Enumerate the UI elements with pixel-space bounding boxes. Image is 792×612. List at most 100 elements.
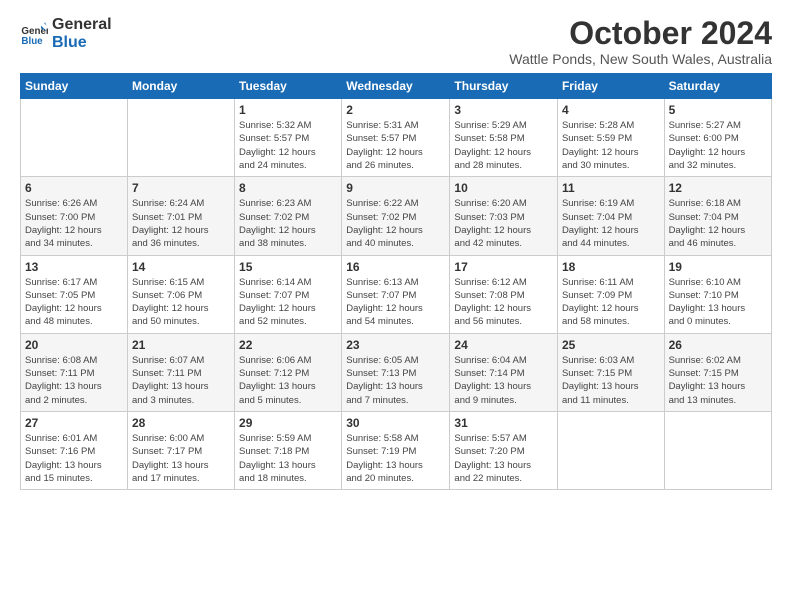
day-info: Sunrise: 5:29 AM Sunset: 5:58 PM Dayligh…: [454, 119, 553, 172]
day-info: Sunrise: 6:07 AM Sunset: 7:11 PM Dayligh…: [132, 354, 230, 407]
calendar-cell: 11 Sunrise: 6:19 AM Sunset: 7:04 PM Dayli…: [557, 177, 664, 255]
calendar-cell: 26 Sunrise: 6:02 AM Sunset: 7:15 PM Dayli…: [664, 333, 771, 411]
day-number: 26: [669, 338, 767, 352]
day-header-friday: Friday: [557, 74, 664, 99]
day-info: Sunrise: 5:57 AM Sunset: 7:20 PM Dayligh…: [454, 432, 553, 485]
calendar-cell: 28 Sunrise: 6:00 AM Sunset: 7:17 PM Dayli…: [127, 411, 234, 489]
day-number: 1: [239, 103, 337, 117]
day-number: 20: [25, 338, 123, 352]
day-info: Sunrise: 6:02 AM Sunset: 7:15 PM Dayligh…: [669, 354, 767, 407]
month-title: October 2024: [509, 16, 772, 51]
calendar-week-4: 20 Sunrise: 6:08 AM Sunset: 7:11 PM Dayli…: [21, 333, 772, 411]
calendar-cell: 31 Sunrise: 5:57 AM Sunset: 7:20 PM Dayli…: [450, 411, 558, 489]
day-info: Sunrise: 6:14 AM Sunset: 7:07 PM Dayligh…: [239, 276, 337, 329]
day-number: 18: [562, 260, 660, 274]
title-area: October 2024 Wattle Ponds, New South Wal…: [509, 16, 772, 67]
calendar-week-5: 27 Sunrise: 6:01 AM Sunset: 7:16 PM Dayli…: [21, 411, 772, 489]
header: General Blue General Blue October 2024 W…: [20, 16, 772, 67]
calendar-cell: 19 Sunrise: 6:10 AM Sunset: 7:10 PM Dayli…: [664, 255, 771, 333]
calendar-cell: 1 Sunrise: 5:32 AM Sunset: 5:57 PM Daylig…: [235, 99, 342, 177]
day-number: 30: [346, 416, 445, 430]
day-number: 15: [239, 260, 337, 274]
calendar-week-2: 6 Sunrise: 6:26 AM Sunset: 7:00 PM Daylig…: [21, 177, 772, 255]
day-number: 11: [562, 181, 660, 195]
calendar-cell: 14 Sunrise: 6:15 AM Sunset: 7:06 PM Dayli…: [127, 255, 234, 333]
day-info: Sunrise: 6:03 AM Sunset: 7:15 PM Dayligh…: [562, 354, 660, 407]
day-info: Sunrise: 6:13 AM Sunset: 7:07 PM Dayligh…: [346, 276, 445, 329]
day-number: 4: [562, 103, 660, 117]
calendar-cell: [664, 411, 771, 489]
day-header-tuesday: Tuesday: [235, 74, 342, 99]
day-info: Sunrise: 6:22 AM Sunset: 7:02 PM Dayligh…: [346, 197, 445, 250]
day-number: 14: [132, 260, 230, 274]
calendar-cell: 8 Sunrise: 6:23 AM Sunset: 7:02 PM Daylig…: [235, 177, 342, 255]
calendar-cell: 18 Sunrise: 6:11 AM Sunset: 7:09 PM Dayli…: [557, 255, 664, 333]
day-info: Sunrise: 6:08 AM Sunset: 7:11 PM Dayligh…: [25, 354, 123, 407]
logo: General Blue General Blue: [20, 16, 112, 51]
calendar-cell: 29 Sunrise: 5:59 AM Sunset: 7:18 PM Dayli…: [235, 411, 342, 489]
day-info: Sunrise: 5:32 AM Sunset: 5:57 PM Dayligh…: [239, 119, 337, 172]
calendar-header-row: SundayMondayTuesdayWednesdayThursdayFrid…: [21, 74, 772, 99]
day-info: Sunrise: 6:24 AM Sunset: 7:01 PM Dayligh…: [132, 197, 230, 250]
day-info: Sunrise: 6:17 AM Sunset: 7:05 PM Dayligh…: [25, 276, 123, 329]
day-number: 5: [669, 103, 767, 117]
day-info: Sunrise: 6:26 AM Sunset: 7:00 PM Dayligh…: [25, 197, 123, 250]
calendar-week-3: 13 Sunrise: 6:17 AM Sunset: 7:05 PM Dayli…: [21, 255, 772, 333]
calendar-cell: 9 Sunrise: 6:22 AM Sunset: 7:02 PM Daylig…: [342, 177, 450, 255]
day-header-saturday: Saturday: [664, 74, 771, 99]
day-info: Sunrise: 6:15 AM Sunset: 7:06 PM Dayligh…: [132, 276, 230, 329]
day-number: 31: [454, 416, 553, 430]
svg-text:Blue: Blue: [21, 35, 43, 46]
day-info: Sunrise: 6:12 AM Sunset: 7:08 PM Dayligh…: [454, 276, 553, 329]
day-header-sunday: Sunday: [21, 74, 128, 99]
calendar-table: SundayMondayTuesdayWednesdayThursdayFrid…: [20, 73, 772, 490]
calendar-cell: 22Sunrise: 6:06 AM Sunset: 7:12 PM Dayli…: [235, 333, 342, 411]
day-number: 9: [346, 181, 445, 195]
day-number: 2: [346, 103, 445, 117]
day-number: 17: [454, 260, 553, 274]
calendar-cell: [127, 99, 234, 177]
day-info: Sunrise: 6:23 AM Sunset: 7:02 PM Dayligh…: [239, 197, 337, 250]
location: Wattle Ponds, New South Wales, Australia: [509, 51, 772, 67]
day-number: 19: [669, 260, 767, 274]
day-number: 29: [239, 416, 337, 430]
day-number: 13: [25, 260, 123, 274]
calendar-cell: 27 Sunrise: 6:01 AM Sunset: 7:16 PM Dayli…: [21, 411, 128, 489]
calendar-cell: 6 Sunrise: 6:26 AM Sunset: 7:00 PM Daylig…: [21, 177, 128, 255]
calendar-cell: [557, 411, 664, 489]
logo-text-general: General: [52, 16, 112, 34]
calendar-cell: 12Sunrise: 6:18 AM Sunset: 7:04 PM Dayli…: [664, 177, 771, 255]
day-number: 25: [562, 338, 660, 352]
day-number: 28: [132, 416, 230, 430]
calendar-cell: 30Sunrise: 5:58 AM Sunset: 7:19 PM Dayli…: [342, 411, 450, 489]
day-header-wednesday: Wednesday: [342, 74, 450, 99]
calendar-cell: [21, 99, 128, 177]
calendar-cell: 4Sunrise: 5:28 AM Sunset: 5:59 PM Daylig…: [557, 99, 664, 177]
calendar-cell: 3Sunrise: 5:29 AM Sunset: 5:58 PM Daylig…: [450, 99, 558, 177]
day-info: Sunrise: 5:27 AM Sunset: 6:00 PM Dayligh…: [669, 119, 767, 172]
calendar-cell: 16 Sunrise: 6:13 AM Sunset: 7:07 PM Dayli…: [342, 255, 450, 333]
calendar-week-1: 1 Sunrise: 5:32 AM Sunset: 5:57 PM Daylig…: [21, 99, 772, 177]
day-info: Sunrise: 6:04 AM Sunset: 7:14 PM Dayligh…: [454, 354, 553, 407]
day-info: Sunrise: 6:11 AM Sunset: 7:09 PM Dayligh…: [562, 276, 660, 329]
calendar-cell: 5 Sunrise: 5:27 AM Sunset: 6:00 PM Daylig…: [664, 99, 771, 177]
day-info: Sunrise: 6:10 AM Sunset: 7:10 PM Dayligh…: [669, 276, 767, 329]
day-info: Sunrise: 5:59 AM Sunset: 7:18 PM Dayligh…: [239, 432, 337, 485]
day-number: 10: [454, 181, 553, 195]
day-info: Sunrise: 6:01 AM Sunset: 7:16 PM Dayligh…: [25, 432, 123, 485]
calendar-cell: 23Sunrise: 6:05 AM Sunset: 7:13 PM Dayli…: [342, 333, 450, 411]
day-number: 6: [25, 181, 123, 195]
calendar-cell: 7Sunrise: 6:24 AM Sunset: 7:01 PM Daylig…: [127, 177, 234, 255]
day-info: Sunrise: 6:00 AM Sunset: 7:17 PM Dayligh…: [132, 432, 230, 485]
page: General Blue General Blue October 2024 W…: [0, 0, 792, 500]
day-number: 8: [239, 181, 337, 195]
day-number: 16: [346, 260, 445, 274]
day-header-thursday: Thursday: [450, 74, 558, 99]
day-info: Sunrise: 6:19 AM Sunset: 7:04 PM Dayligh…: [562, 197, 660, 250]
day-info: Sunrise: 6:06 AM Sunset: 7:12 PM Dayligh…: [239, 354, 337, 407]
calendar-cell: 10Sunrise: 6:20 AM Sunset: 7:03 PM Dayli…: [450, 177, 558, 255]
day-header-monday: Monday: [127, 74, 234, 99]
calendar-cell: 25 Sunrise: 6:03 AM Sunset: 7:15 PM Dayli…: [557, 333, 664, 411]
logo-icon: General Blue: [20, 20, 48, 48]
day-number: 27: [25, 416, 123, 430]
